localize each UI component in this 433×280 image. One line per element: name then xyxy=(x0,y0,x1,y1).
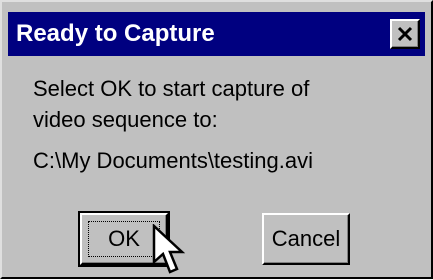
ok-button-label: OK xyxy=(108,226,140,251)
cancel-button-label: Cancel xyxy=(271,226,341,251)
message-line-1: Select OK to start capture of xyxy=(33,76,310,101)
title-bar[interactable]: Ready to Capture xyxy=(8,12,425,56)
arrow-pointer-icon xyxy=(152,224,186,274)
file-path: C:\My Documents\testing.avi xyxy=(33,148,313,173)
capture-dialog: Ready to Capture Select OK to start capt… xyxy=(0,0,433,279)
window-title: Ready to Capture xyxy=(16,20,215,47)
cancel-button[interactable]: Cancel xyxy=(262,213,350,265)
close-button[interactable] xyxy=(390,19,420,49)
message-line-2: video sequence to: xyxy=(33,107,218,132)
close-icon xyxy=(397,26,413,42)
